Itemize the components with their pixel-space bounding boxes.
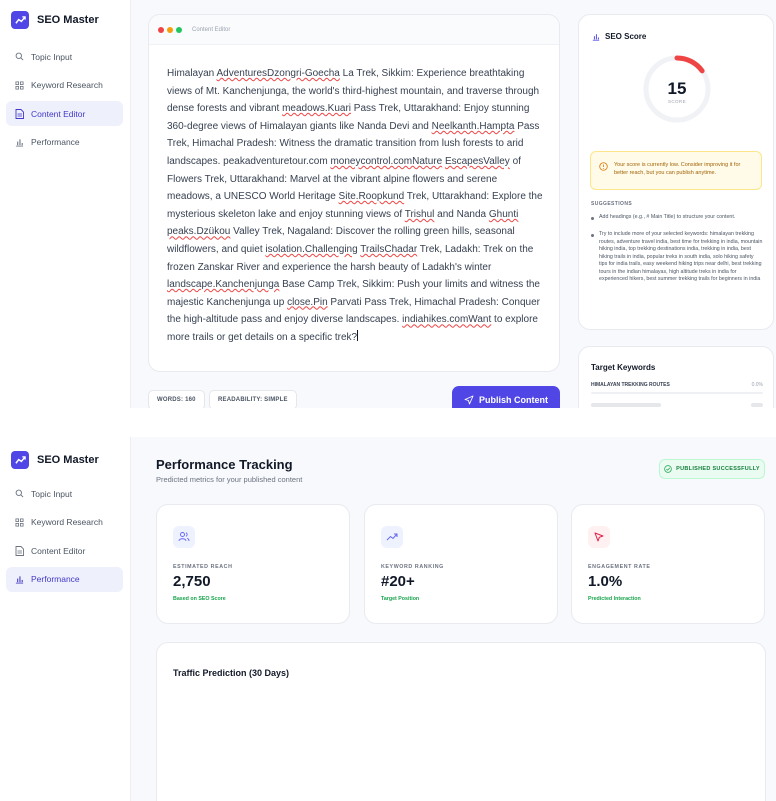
keyword-name: HIMALAYAN TREKKING ROUTES (591, 382, 670, 388)
brand: SEO Master (11, 451, 99, 469)
content-editor-card: Content Editor Himalayan AdventuresDzong… (148, 14, 560, 372)
trending-up-icon (381, 526, 403, 548)
metric-value: #20+ (381, 573, 415, 590)
score-warning: Your score is currently low. Consider im… (590, 151, 762, 190)
sidebar-item-label: Topic Input (31, 51, 73, 62)
traffic-prediction-card: Traffic Prediction (30 Days) (156, 642, 766, 801)
suggestion-item: Try to include more of your selected key… (591, 231, 763, 284)
sidebar-item-topic-input[interactable]: Topic Input (6, 481, 123, 506)
bullet (591, 233, 594, 237)
document-icon (14, 108, 24, 119)
seo-score-card: SEO Score 15 SCORE Your score is current… (578, 14, 774, 330)
metric-value: 1.0% (588, 573, 623, 590)
readability-badge: READABILITY: SIMPLE (209, 390, 297, 408)
window-dot-green (176, 26, 182, 33)
content-editor-screen: SEO Master Topic Input Keyword Research … (0, 0, 776, 408)
text-caret (357, 329, 359, 341)
logo-icon (11, 11, 29, 29)
sidebar-nav: Topic Input Keyword Research Content Edi… (6, 44, 123, 158)
target-keywords-card: Target Keywords HIMALAYAN TREKKING ROUTE… (578, 346, 774, 408)
metric-card-reach: ESTIMATED REACH 2,750 Based on SEO Score (156, 504, 350, 624)
grid-icon (14, 80, 24, 90)
faded-value (751, 403, 763, 407)
grid-icon (14, 517, 24, 527)
seo-score-label: SCORE (667, 99, 686, 104)
document-icon (14, 545, 24, 556)
keyword-density: 0.0% (751, 382, 763, 388)
send-icon (464, 395, 474, 405)
sidebar: SEO Master Topic Input Keyword Research … (0, 437, 131, 801)
editor-header: Content Editor (149, 15, 559, 45)
sidebar-nav: Topic Input Keyword Research Content Edi… (6, 481, 123, 595)
status-badge: PUBLISHED SUCCESSFULLY (659, 459, 765, 479)
editor-title: Content Editor (192, 26, 231, 33)
page-title: Performance Tracking (156, 457, 293, 472)
sidebar-item-content-editor[interactable]: Content Editor (6, 538, 123, 563)
sidebar-item-label: Keyword Research (31, 80, 103, 90)
publish-content-button[interactable]: Publish Content (452, 386, 560, 408)
search-icon (14, 52, 24, 62)
content-textarea[interactable]: Himalayan AdventuresDzongri-Goecha La Tr… (149, 45, 559, 347)
sidebar-item-label: Keyword Research (31, 517, 103, 527)
page-subtitle: Predicted metrics for your published con… (156, 475, 303, 484)
brand: SEO Master (11, 11, 99, 29)
sidebar-item-performance[interactable]: Performance (6, 130, 123, 155)
sidebar-item-label: Topic Input (31, 488, 73, 499)
logo-icon (11, 451, 29, 469)
metric-sub: Target Position (381, 596, 420, 602)
metric-label: KEYWORD RANKING (381, 564, 444, 570)
sidebar: SEO Master Topic Input Keyword Research … (0, 0, 131, 408)
metric-label: ESTIMATED REACH (173, 564, 233, 570)
sidebar-item-topic-input[interactable]: Topic Input (6, 44, 123, 69)
app-name: SEO Master (37, 14, 99, 26)
performance-screen: SEO Master Topic Input Keyword Research … (0, 437, 776, 801)
target-keywords-title: Target Keywords (591, 363, 656, 372)
metric-card-engagement: ENGAGEMENT RATE 1.0% Predicted Interacti… (571, 504, 765, 624)
info-icon (599, 162, 608, 171)
seo-score-value: 15 (667, 79, 687, 98)
seo-score-title: SEO Score (592, 32, 646, 41)
metric-value: 2,750 (173, 573, 211, 590)
search-icon (14, 489, 24, 499)
metric-sub: Predicted Interaction (588, 596, 641, 602)
bar-chart-icon (14, 137, 24, 147)
metric-card-ranking: KEYWORD RANKING #20+ Target Position (364, 504, 558, 624)
sidebar-item-keyword-research[interactable]: Keyword Research (6, 510, 123, 535)
traffic-prediction-title: Traffic Prediction (30 Days) (173, 668, 290, 678)
bar-chart-icon (14, 574, 24, 584)
cursor-icon (588, 526, 610, 548)
suggestions-heading: SUGGESTIONS (591, 201, 633, 207)
sidebar-item-keyword-research[interactable]: Keyword Research (6, 73, 123, 98)
metric-label: ENGAGEMENT RATE (588, 564, 651, 570)
suggestion-item: Add headings (e.g., # Main Title) to str… (591, 214, 763, 222)
bar-chart-icon (592, 33, 600, 41)
publish-label: Publish Content (479, 395, 548, 405)
word-count-badge: WORDS: 160 (148, 390, 205, 408)
screen-divider (0, 408, 776, 437)
check-circle-icon (664, 465, 672, 473)
window-dot-red (158, 26, 164, 33)
faded-keyword (591, 403, 661, 407)
window-dot-yellow (167, 26, 173, 33)
sidebar-item-label: Content Editor (31, 108, 86, 119)
sidebar-item-label: Performance (31, 574, 80, 584)
sidebar-item-label: Performance (31, 137, 80, 147)
users-icon (173, 526, 195, 548)
app-name: SEO Master (37, 454, 99, 466)
sidebar-item-content-editor[interactable]: Content Editor (6, 101, 123, 126)
sidebar-item-performance[interactable]: Performance (6, 566, 123, 592)
bullet (591, 216, 594, 220)
keyword-row: HIMALAYAN TREKKING ROUTES 0.0% (591, 382, 763, 388)
metric-sub: Based on SEO Score (173, 596, 226, 602)
sidebar-item-label: Content Editor (31, 545, 86, 556)
keyword-density-bar (591, 392, 763, 394)
